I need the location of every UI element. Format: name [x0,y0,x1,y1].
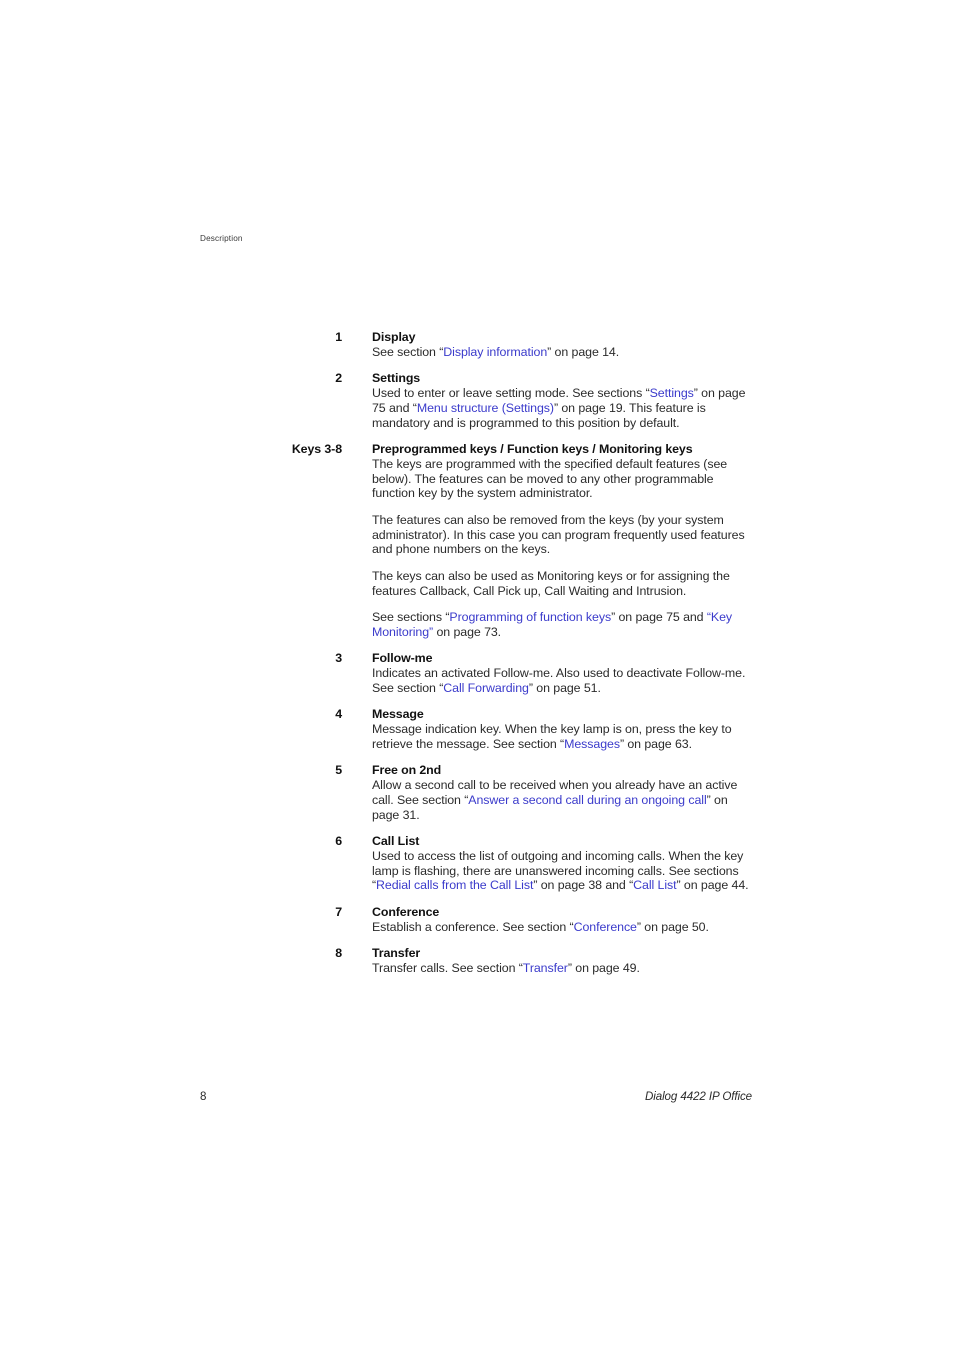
entry-paragraph: Transfer calls. See section “Transfer” o… [372,961,752,976]
paragraph-text: ” on page 51. [528,680,601,695]
entry-paragraph: Used to enter or leave setting mode. See… [372,386,752,431]
paragraph-text: The keys are programmed with the specifi… [372,456,728,501]
paragraph-text: The keys can also be used as Monitoring … [372,568,730,598]
description-entry: 4 Message Message indication key. When the… [200,707,752,751]
entry-key-label-5: 5 [335,763,342,778]
entry-title-display: Display [372,330,416,344]
entry-paragraph: Indicates an activated Follow-me. Also u… [372,666,752,696]
entry-paragraph: The features can also be removed from th… [372,513,752,558]
paragraph-text: ” on page 44. [676,878,749,893]
paragraph-text: ” on page 75 and [611,610,707,625]
entry-key-label-1: 1 [335,330,342,344]
entry-title-transfer: Transfer [372,945,421,960]
paragraph-text: Transfer calls. See section “ [372,960,523,975]
document-page: Description 1 Display See section “Display… [0,0,954,1351]
entry-body: Call List Used to access the list of outg… [372,834,752,893]
description-entry: 1 Display See section “Display information… [200,330,752,360]
entry-title-follow-me: Follow-me [372,651,433,666]
cross-reference-link[interactable]: Call List [633,878,676,892]
description-entry: 5 Free on 2nd Allow a second call to be re… [200,763,752,822]
page-number: 8 [200,1090,207,1103]
paragraph-text: ” on page 14. [547,344,620,359]
entry-paragraph: Establish a conference. See section “Con… [372,920,752,935]
description-entry: 3 Follow-me Indicates an activated Follow-… [200,651,752,695]
entry-title-conference: Conference [372,904,440,919]
running-header: Description [200,234,243,243]
entry-key-label-6: 6 [335,834,342,848]
entry-key-label-8: 8 [335,945,342,960]
entry-key-label-4: 4 [335,707,342,722]
paragraph-text: Used to enter or leave setting mode. See… [372,385,650,400]
entry-body: Message Message indication key. When the … [372,707,752,751]
cross-reference-link[interactable]: Programming of function keys [449,610,611,624]
entry-body: Preprogrammed keys / Function keys / Mon… [372,442,752,640]
entry-title-preprogrammed-keys-function-keys-monitor: Preprogrammed keys / Function keys / Mon… [372,441,693,456]
cross-reference-link[interactable]: Menu structure (Settings) [417,401,554,415]
paragraph-text: ” on page 50. [636,919,709,934]
cross-reference-link[interactable]: Messages [564,737,620,751]
description-entry: Keys 3-8 Preprogrammed keys / Function ke… [200,442,752,640]
entry-title-call-list: Call List [372,834,420,848]
entry-title-free-on-2nd: Free on 2nd [372,763,442,778]
paragraph-text: Establish a conference. See section “ [372,919,574,934]
description-entry: 6 Call List Used to access the list of out… [200,834,752,893]
entry-body: Free on 2nd Allow a second call to be rec… [372,763,752,822]
entry-key-label-keys-3-8: Keys 3-8 [291,441,342,456]
description-entry: 2 Settings Used to enter or leave setting … [200,371,752,430]
cross-reference-link[interactable]: Settings [650,386,694,400]
entry-key-label-7: 7 [335,904,342,919]
entry-paragraph: Message indication key. When the key lam… [372,722,752,752]
paragraph-text: ” on page 63. [619,736,692,751]
cross-reference-link[interactable]: Redial calls from the Call List [376,878,533,892]
description-entry: 8 Transfer Transfer calls. See section “Tr… [200,946,752,976]
entry-paragraph: Allow a second call to be received when … [372,778,752,823]
entry-title-message: Message [372,707,424,722]
paragraph-text: See section “ [372,344,444,359]
entry-body: Transfer Transfer calls. See section “Tra… [372,946,752,976]
paragraph-text: ” on page 38 and “ [533,878,634,893]
entry-title-settings: Settings [372,371,421,386]
entry-key-label-3: 3 [335,651,342,666]
paragraph-text: ” on page 49. [567,960,640,975]
cross-reference-link[interactable]: Conference [574,920,637,934]
entry-paragraph: See sections “Programming of function ke… [372,610,752,640]
entry-body: Display See section “Display information”… [372,330,752,360]
entry-paragraph: See section “Display information” on pag… [372,345,752,360]
entry-paragraph: The keys can also be used as Monitoring … [372,569,752,599]
description-entry: 7 Conference Establish a conference. See s… [200,905,752,935]
entry-key-label-2: 2 [335,371,342,386]
cross-reference-link[interactable]: Transfer [523,961,568,975]
cross-reference-link[interactable]: Call Forwarding [443,681,529,695]
entry-body: Conference Establish a conference. See se… [372,905,752,935]
page-footer: 8 Dialog 4422 IP Office [200,1090,752,1104]
paragraph-text: on page 73. [433,624,502,639]
paragraph-text: The features can also be removed from th… [372,512,745,557]
entry-paragraph: The keys are programmed with the specifi… [372,457,752,502]
entry-paragraph: Used to access the list of outgoing and … [372,849,752,894]
document-title: Dialog 4422 IP Office [644,1090,752,1103]
cross-reference-link[interactable]: Answer a second call during an ongoing c… [468,793,706,807]
paragraph-text: See sections “ [372,610,450,625]
entry-body: Settings Used to enter or leave setting m… [372,371,752,430]
entry-body: Follow-me Indicates an activated Follow-m… [372,651,752,695]
description-entry-list: 1 Display See section “Display information… [200,330,752,976]
cross-reference-link[interactable]: Display information [443,345,547,359]
